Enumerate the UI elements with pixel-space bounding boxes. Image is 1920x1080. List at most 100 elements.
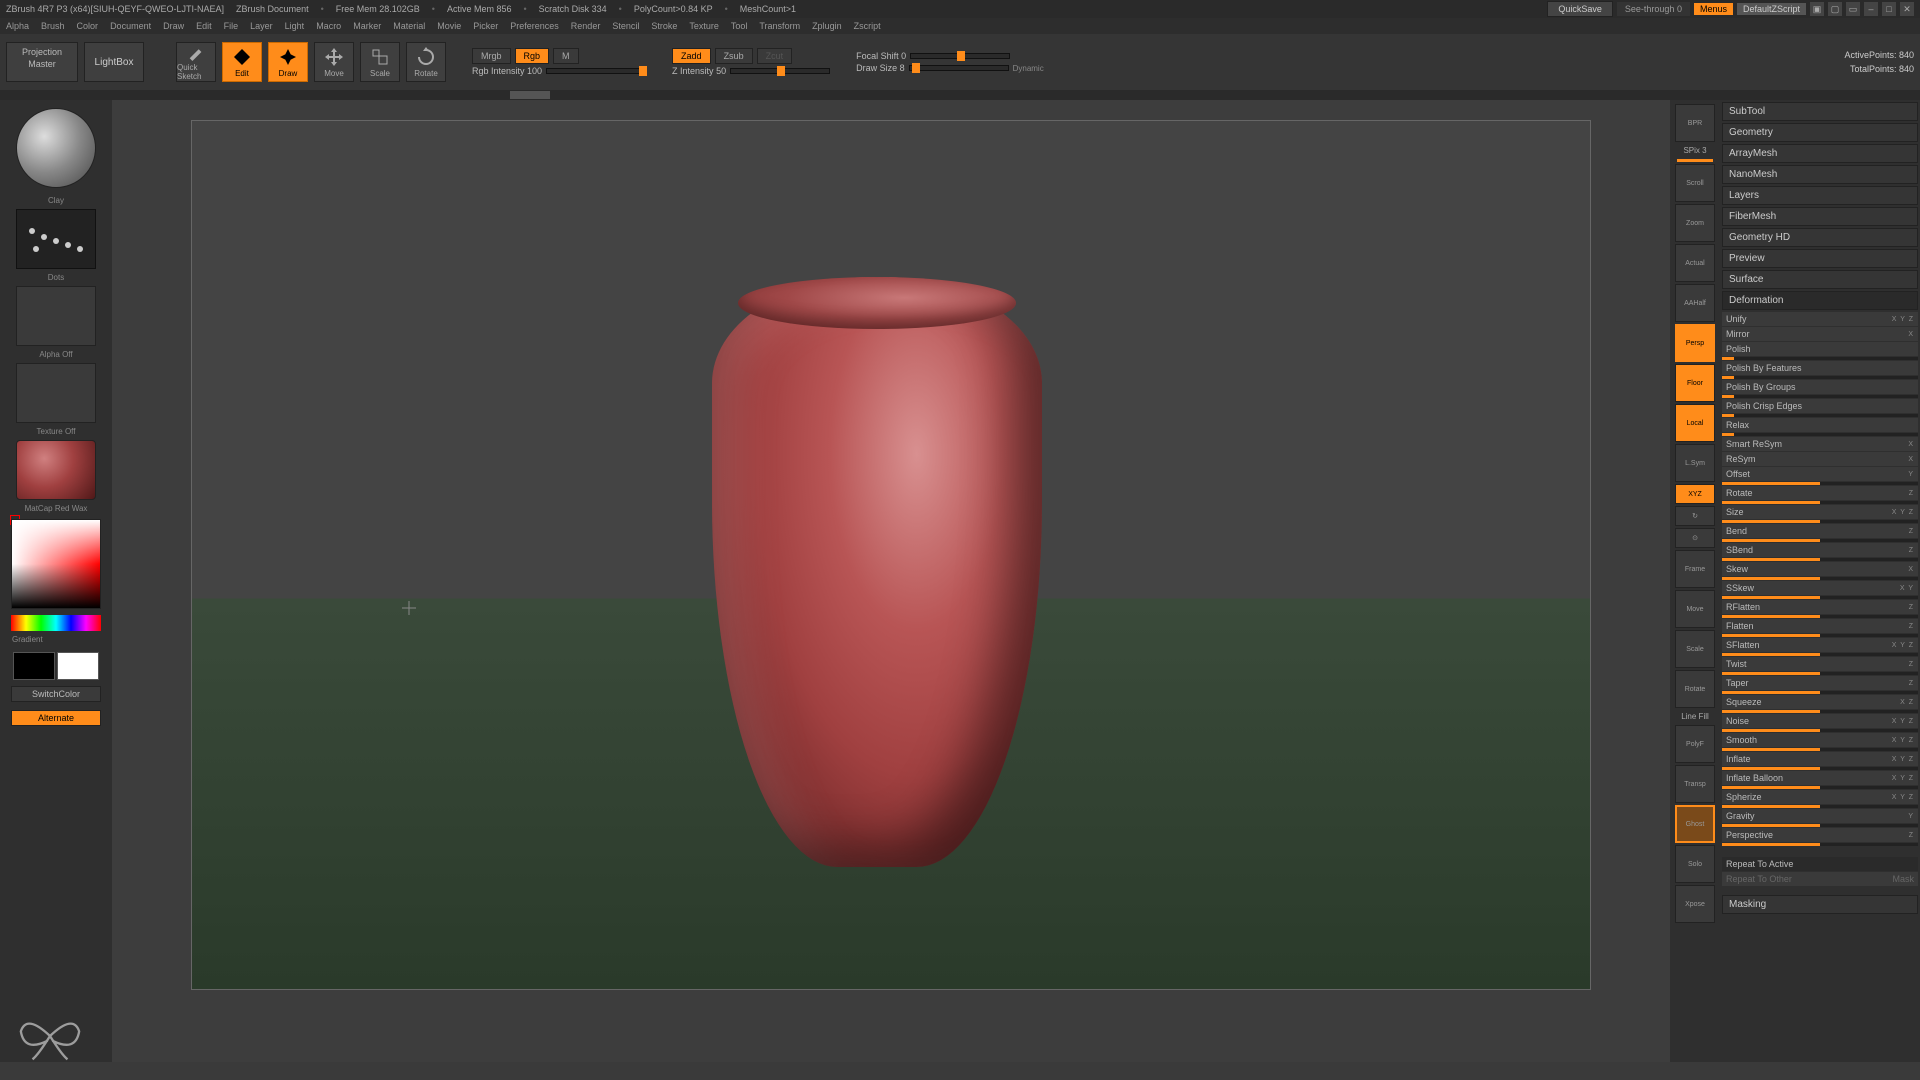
deform-skew[interactable]: SkewX [1722, 562, 1918, 576]
rgb-intensity-slider[interactable] [546, 68, 646, 74]
canvas-viewport[interactable] [191, 120, 1591, 990]
texture-thumbnail[interactable] [16, 363, 96, 423]
zoom-button[interactable]: Zoom [1675, 204, 1715, 242]
transp-button[interactable]: Transp [1675, 765, 1715, 803]
deform-unify[interactable]: UnifyX Y Z [1722, 312, 1918, 326]
switchcolor-button[interactable]: SwitchColor [11, 686, 101, 702]
section-layers[interactable]: Layers [1722, 186, 1918, 205]
menu-zplugin[interactable]: Zplugin [812, 21, 842, 31]
gradient-label[interactable]: Gradient [4, 635, 108, 644]
deform-sskew[interactable]: SSkewX Y [1722, 581, 1918, 595]
minimize-button[interactable]: – [1864, 2, 1878, 16]
zadd-button[interactable]: Zadd [672, 48, 711, 64]
deform-inflate[interactable]: InflateX Y Z [1722, 752, 1918, 766]
section-fibermesh[interactable]: FiberMesh [1722, 207, 1918, 226]
mesh-object[interactable] [712, 277, 1042, 867]
menu-render[interactable]: Render [571, 21, 601, 31]
section-arraymesh[interactable]: ArrayMesh [1722, 144, 1918, 163]
deform-twist[interactable]: TwistZ [1722, 657, 1918, 671]
deform-slider[interactable] [1722, 672, 1918, 675]
scroll-indicator[interactable] [510, 91, 550, 99]
section-masking[interactable]: Masking [1722, 895, 1918, 914]
deform-slider[interactable] [1722, 501, 1918, 504]
deform-noise[interactable]: NoiseX Y Z [1722, 714, 1918, 728]
rgb-button[interactable]: Rgb [515, 48, 550, 64]
deform-bend[interactable]: BendZ [1722, 524, 1918, 538]
deform-inflate-balloon[interactable]: Inflate BalloonX Y Z [1722, 771, 1918, 785]
menu-stroke[interactable]: Stroke [651, 21, 677, 31]
menu-preferences[interactable]: Preferences [510, 21, 559, 31]
menu-draw[interactable]: Draw [163, 21, 184, 31]
default-script-button[interactable]: DefaultZScript [1737, 3, 1806, 15]
xpose-button[interactable]: Xpose [1675, 885, 1715, 923]
deform-slider[interactable] [1722, 376, 1918, 379]
deform-spherize[interactable]: SpherizeX Y Z [1722, 790, 1918, 804]
deform-slider[interactable] [1722, 691, 1918, 694]
move-button[interactable]: Move [314, 42, 354, 82]
projection-master-button[interactable]: Projection Master [6, 42, 78, 82]
menu-layer[interactable]: Layer [250, 21, 273, 31]
deform-gravity[interactable]: GravityY [1722, 809, 1918, 823]
section-preview[interactable]: Preview [1722, 249, 1918, 268]
scale-button[interactable]: Scale [360, 42, 400, 82]
deform-squeeze[interactable]: SqueezeX Z [1722, 695, 1918, 709]
brush-thumbnail[interactable] [16, 108, 96, 188]
deform-polish-by-features[interactable]: Polish By Features [1722, 361, 1918, 375]
edit-button[interactable]: Edit [222, 42, 262, 82]
color-picker[interactable] [11, 519, 101, 609]
menu-transform[interactable]: Transform [759, 21, 800, 31]
draw-button[interactable]: Draw [268, 42, 308, 82]
rotate-view-button[interactable]: Rotate [1675, 670, 1715, 708]
window-btn[interactable]: ▭ [1846, 2, 1860, 16]
deform-slider[interactable] [1722, 596, 1918, 599]
deform-sbend[interactable]: SBendZ [1722, 543, 1918, 557]
deform-slider[interactable] [1722, 824, 1918, 827]
deform-slider[interactable] [1722, 748, 1918, 751]
deform-mirror[interactable]: MirrorX [1722, 327, 1918, 341]
polyf-button[interactable]: PolyF [1675, 725, 1715, 763]
draw-size-slider[interactable] [909, 65, 1009, 71]
lsym-button[interactable]: L.Sym [1675, 444, 1715, 482]
window-btn[interactable]: ▢ [1828, 2, 1842, 16]
menu-texture[interactable]: Texture [689, 21, 719, 31]
window-btn[interactable]: ▣ [1810, 2, 1824, 16]
menu-picker[interactable]: Picker [473, 21, 498, 31]
aahalf-button[interactable]: AAHalf [1675, 284, 1715, 322]
deform-slider[interactable] [1722, 520, 1918, 523]
menu-stencil[interactable]: Stencil [612, 21, 639, 31]
mrgb-button[interactable]: Mrgb [472, 48, 511, 64]
hue-strip[interactable] [11, 615, 101, 631]
stroke-thumbnail[interactable] [16, 209, 96, 269]
material-thumbnail[interactable] [16, 440, 96, 500]
deform-polish-crisp-edges[interactable]: Polish Crisp Edges [1722, 399, 1918, 413]
solo-button[interactable]: Solo [1675, 845, 1715, 883]
deform-slider[interactable] [1722, 615, 1918, 618]
deform-rflatten[interactable]: RFlattenZ [1722, 600, 1918, 614]
deform-perspective[interactable]: PerspectiveZ [1722, 828, 1918, 842]
focal-shift-slider[interactable] [910, 53, 1010, 59]
ghost-button[interactable]: Ghost [1675, 805, 1715, 843]
section-geometry[interactable]: Geometry [1722, 123, 1918, 142]
deform-slider[interactable] [1722, 357, 1918, 360]
deform-slider[interactable] [1722, 786, 1918, 789]
actual-button[interactable]: Actual [1675, 244, 1715, 282]
menu-movie[interactable]: Movie [437, 21, 461, 31]
deform-polish[interactable]: Polish [1722, 342, 1918, 356]
deform-taper[interactable]: TaperZ [1722, 676, 1918, 690]
zsub-button[interactable]: Zsub [715, 48, 753, 64]
deform-polish-by-groups[interactable]: Polish By Groups [1722, 380, 1918, 394]
frame-button[interactable]: Frame [1675, 550, 1715, 588]
menu-edit[interactable]: Edit [196, 21, 212, 31]
section-geometryhd[interactable]: Geometry HD [1722, 228, 1918, 247]
menu-zscript[interactable]: Zscript [854, 21, 881, 31]
close-button[interactable]: ✕ [1900, 2, 1914, 16]
lightbox-button[interactable]: LightBox [84, 42, 144, 82]
maximize-button[interactable]: □ [1882, 2, 1896, 16]
deform-sflatten[interactable]: SFlattenX Y Z [1722, 638, 1918, 652]
local-button[interactable]: Local [1675, 404, 1715, 442]
deform-slider[interactable] [1722, 433, 1918, 436]
alternate-button[interactable]: Alternate [11, 710, 101, 726]
deform-slider[interactable] [1722, 395, 1918, 398]
deform-size[interactable]: SizeX Y Z [1722, 505, 1918, 519]
alpha-thumbnail[interactable] [16, 286, 96, 346]
